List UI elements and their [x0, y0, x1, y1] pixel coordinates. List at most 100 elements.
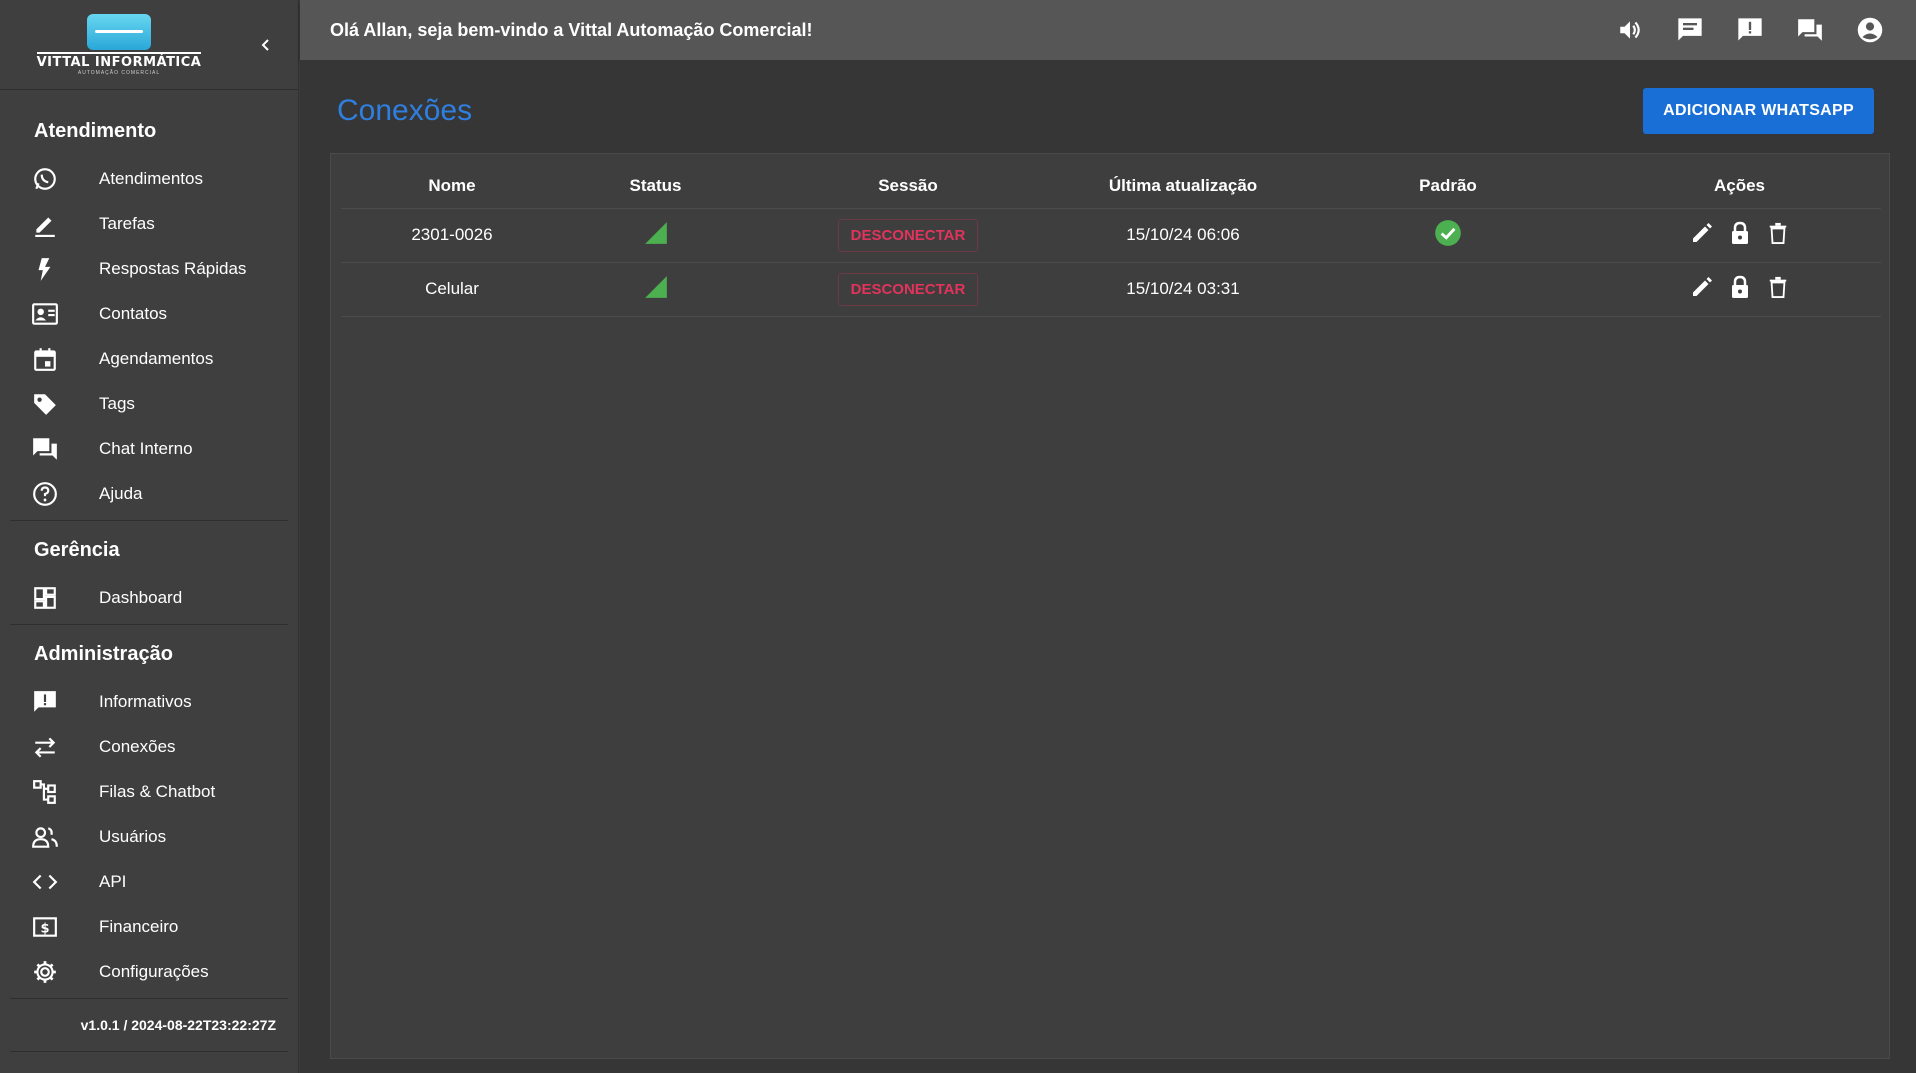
sidebar-item-tarefas[interactable]: Tarefas	[0, 201, 298, 246]
announcements-button[interactable]	[1734, 14, 1766, 46]
sidebar-item-usuarios[interactable]: Usuários	[0, 814, 298, 859]
sidebar-item-tags[interactable]: Tags	[0, 381, 298, 426]
sidebar-item-label: Configurações	[99, 961, 209, 981]
sidebar-item-financeiro[interactable]: $ Financeiro	[0, 904, 298, 949]
add-whatsapp-button[interactable]: ADICIONAR WHATSAPP	[1643, 88, 1874, 134]
status-cell	[563, 208, 748, 263]
forum-icon	[1798, 19, 1822, 41]
svg-text:$: $	[40, 921, 49, 936]
session-cell: DESCONECTAR	[748, 262, 1068, 317]
chevron-left-icon	[261, 38, 269, 51]
check-circle-icon	[1435, 219, 1461, 246]
column-header-nome[interactable]: Nome	[341, 164, 563, 209]
sidebar-item-label: Usuários	[99, 826, 167, 846]
version-label: v1.0.1 / 2024-08-22T23:22:27Z	[80, 1017, 276, 1033]
bolt-icon	[30, 254, 60, 284]
announcement-icon	[30, 687, 60, 717]
delete-button[interactable]	[1765, 220, 1791, 246]
lock-button[interactable]	[1727, 274, 1753, 300]
topbar: Olá Allan, seja bem-vindo a Vittal Autom…	[300, 0, 1916, 60]
whatsapp-icon	[30, 164, 60, 194]
page-title: Conexões	[337, 94, 473, 127]
trash-icon	[1769, 222, 1786, 244]
pencil-icon	[1692, 277, 1712, 296]
sidebar-item-configuracoes[interactable]: Configurações	[0, 949, 298, 994]
sidebar-item-label: Tags	[99, 393, 135, 413]
sidebar-item-chat-interno[interactable]: Chat Interno	[0, 426, 298, 471]
account-circle-icon	[1857, 17, 1883, 43]
sidebar-item-filas-chatbot[interactable]: Filas & Chatbot	[0, 769, 298, 814]
edit-button[interactable]	[1689, 274, 1715, 300]
brand-tagline: AUTOMAÇÃO COMERCIAL	[77, 69, 161, 76]
tag-icon	[30, 389, 60, 419]
connections-table: Nome Status Sessão Última atualização Pa…	[341, 164, 1881, 317]
swap-icon	[30, 732, 60, 762]
trash-icon	[1769, 276, 1786, 298]
sidebar-item-ajuda[interactable]: Ajuda	[0, 471, 298, 516]
lock-icon	[1731, 275, 1748, 298]
delete-button[interactable]	[1765, 274, 1791, 300]
collapse-sidebar-button[interactable]	[252, 31, 280, 59]
greeting-text: Olá Allan, seja bem-vindo a Vittal Autom…	[330, 19, 813, 40]
sidebar-item-dashboard[interactable]: Dashboard	[0, 575, 298, 620]
sidebar-item-label: API	[99, 871, 127, 891]
help-icon	[30, 479, 60, 509]
sidebar-item-informativos[interactable]: Informativos	[0, 679, 298, 724]
column-header-padrao[interactable]: Padrão	[1298, 164, 1598, 209]
signal-icon	[644, 275, 667, 298]
topbar-actions	[1614, 14, 1916, 46]
sidebar-item-label: Dashboard	[99, 587, 183, 607]
edit-button[interactable]	[1689, 220, 1715, 246]
column-header-acoes[interactable]: Ações	[1598, 164, 1881, 209]
connection-name: 2301-0026	[341, 208, 563, 263]
users-icon	[30, 822, 60, 852]
main-content: Conexões ADICIONAR WHATSAPP Nome Status …	[300, 60, 1916, 1073]
brand-name: VITTAL INFORMÁTICA	[36, 51, 202, 70]
page-header: Conexões ADICIONAR WHATSAPP	[337, 86, 1874, 136]
announcement-icon	[1738, 18, 1762, 41]
default-cell	[1298, 208, 1598, 263]
pencil-icon	[1692, 223, 1712, 242]
sidebar-item-api[interactable]: API	[0, 859, 298, 904]
tree-icon	[30, 777, 60, 807]
account-button[interactable]	[1854, 14, 1886, 46]
contact-card-icon	[30, 299, 60, 329]
sidebar-item-contatos[interactable]: Contatos	[0, 291, 298, 336]
sidebar-item-label: Filas & Chatbot	[99, 781, 216, 801]
sidebar-item-conexoes[interactable]: Conexões	[0, 724, 298, 769]
sidebar-item-label: Tarefas	[99, 213, 155, 233]
column-header-ultima-atualizacao[interactable]: Última atualização	[1068, 164, 1298, 209]
sidebar: VITTAL INFORMÁTICA AUTOMAÇÃO COMERCIAL A…	[0, 0, 299, 1073]
disconnect-button[interactable]: DESCONECTAR	[837, 218, 979, 252]
status-cell	[563, 262, 748, 317]
sidebar-divider	[10, 1051, 288, 1052]
column-header-sessao[interactable]: Sessão	[748, 164, 1068, 209]
column-header-status[interactable]: Status	[563, 164, 748, 209]
sidebar-item-respostas-rapidas[interactable]: Respostas Rápidas	[0, 246, 298, 291]
messages-button[interactable]	[1674, 14, 1706, 46]
disconnect-button[interactable]: DESCONECTAR	[837, 272, 979, 306]
sidebar-item-label: Chat Interno	[99, 438, 193, 458]
internal-chat-button[interactable]	[1794, 14, 1826, 46]
sidebar-item-label: Financeiro	[99, 916, 179, 936]
sidebar-item-atendimentos[interactable]: Atendimentos	[0, 156, 298, 201]
connection-name: Celular	[341, 262, 563, 317]
money-icon: $	[30, 912, 60, 942]
chat-icon	[1678, 18, 1702, 41]
lock-button[interactable]	[1727, 220, 1753, 246]
forum-icon	[30, 434, 60, 464]
sidebar-item-label: Informativos	[99, 691, 192, 711]
actions-cell	[1598, 208, 1881, 263]
brand-logo[interactable]: VITTAL INFORMÁTICA AUTOMAÇÃO COMERCIAL	[30, 13, 208, 77]
session-cell: DESCONECTAR	[748, 208, 1068, 263]
dashboard-icon	[30, 583, 60, 613]
table-header-row: Nome Status Sessão Última atualização Pa…	[341, 164, 1881, 209]
sidebar-divider	[10, 998, 288, 999]
default-cell	[1298, 262, 1598, 317]
logo-mark-icon	[87, 13, 151, 50]
section-title-administracao: Administração	[34, 642, 173, 665]
actions-cell	[1598, 262, 1881, 317]
sidebar-item-agendamentos[interactable]: Agendamentos	[0, 336, 298, 381]
volume-button[interactable]	[1614, 14, 1646, 46]
logo-row: VITTAL INFORMÁTICA AUTOMAÇÃO COMERCIAL	[0, 0, 298, 90]
